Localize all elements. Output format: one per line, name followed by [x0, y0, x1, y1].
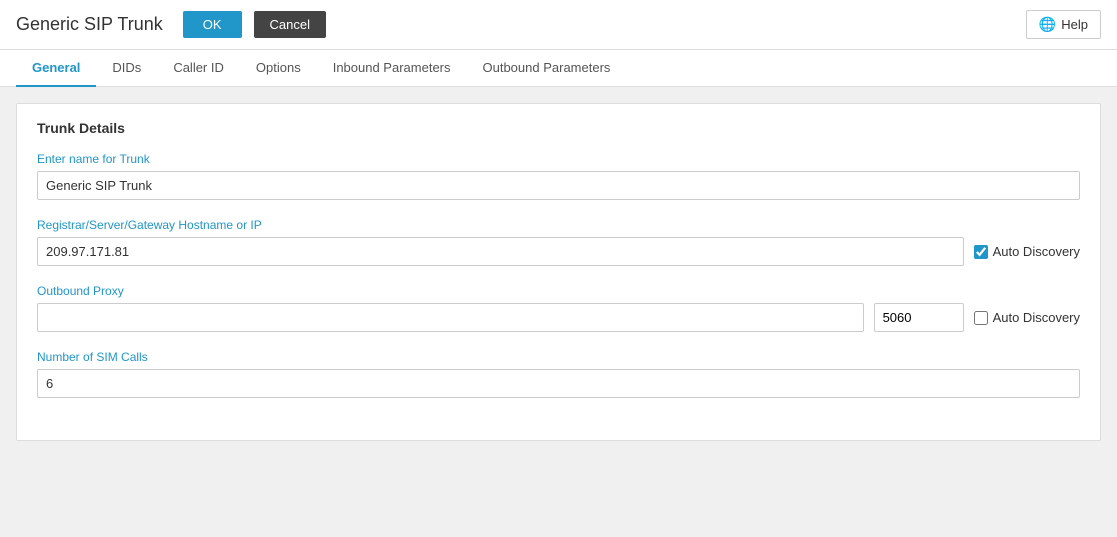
auto-discovery-2-label[interactable]: Auto Discovery [974, 310, 1080, 325]
sim-calls-group: Number of SIM Calls [37, 350, 1080, 398]
port-input[interactable] [874, 303, 964, 332]
main-content: Trunk Details Enter name for Trunk Regis… [0, 87, 1117, 457]
outbound-proxy-label: Outbound Proxy [37, 284, 1080, 298]
trunk-name-label: Enter name for Trunk [37, 152, 1080, 166]
tab-dids[interactable]: DIDs [96, 50, 157, 87]
registrar-row: Auto Discovery [37, 237, 1080, 266]
section-title: Trunk Details [37, 120, 1080, 136]
registrar-input[interactable] [37, 237, 964, 266]
tab-outbound-parameters[interactable]: Outbound Parameters [467, 50, 627, 87]
registrar-group: Registrar/Server/Gateway Hostname or IP … [37, 218, 1080, 266]
trunk-name-input[interactable] [37, 171, 1080, 200]
tab-general[interactable]: General [16, 50, 96, 87]
trunk-details-section: Trunk Details Enter name for Trunk Regis… [16, 103, 1101, 441]
help-label: Help [1061, 17, 1088, 32]
sim-calls-input[interactable] [37, 369, 1080, 398]
cancel-button[interactable]: Cancel [254, 11, 326, 38]
auto-discovery-1-text: Auto Discovery [993, 244, 1080, 259]
trunk-name-group: Enter name for Trunk [37, 152, 1080, 200]
outbound-proxy-group: Outbound Proxy Auto Discovery [37, 284, 1080, 332]
auto-discovery-1-checkbox[interactable] [974, 245, 988, 259]
tab-caller-id[interactable]: Caller ID [157, 50, 240, 87]
tab-inbound-parameters[interactable]: Inbound Parameters [317, 50, 467, 87]
outbound-proxy-input[interactable] [37, 303, 864, 332]
auto-discovery-1-label[interactable]: Auto Discovery [974, 244, 1080, 259]
auto-discovery-2-text: Auto Discovery [993, 310, 1080, 325]
help-icon: 🌐 [1039, 16, 1056, 33]
auto-discovery-2-checkbox[interactable] [974, 311, 988, 325]
tab-options[interactable]: Options [240, 50, 317, 87]
help-button[interactable]: 🌐 Help [1026, 10, 1101, 39]
outbound-proxy-row: Auto Discovery [37, 303, 1080, 332]
page-title: Generic SIP Trunk [16, 14, 163, 35]
sim-calls-label: Number of SIM Calls [37, 350, 1080, 364]
header: Generic SIP Trunk OK Cancel 🌐 Help [0, 0, 1117, 50]
ok-button[interactable]: OK [183, 11, 242, 38]
tabs-bar: General DIDs Caller ID Options Inbound P… [0, 50, 1117, 87]
registrar-label: Registrar/Server/Gateway Hostname or IP [37, 218, 1080, 232]
